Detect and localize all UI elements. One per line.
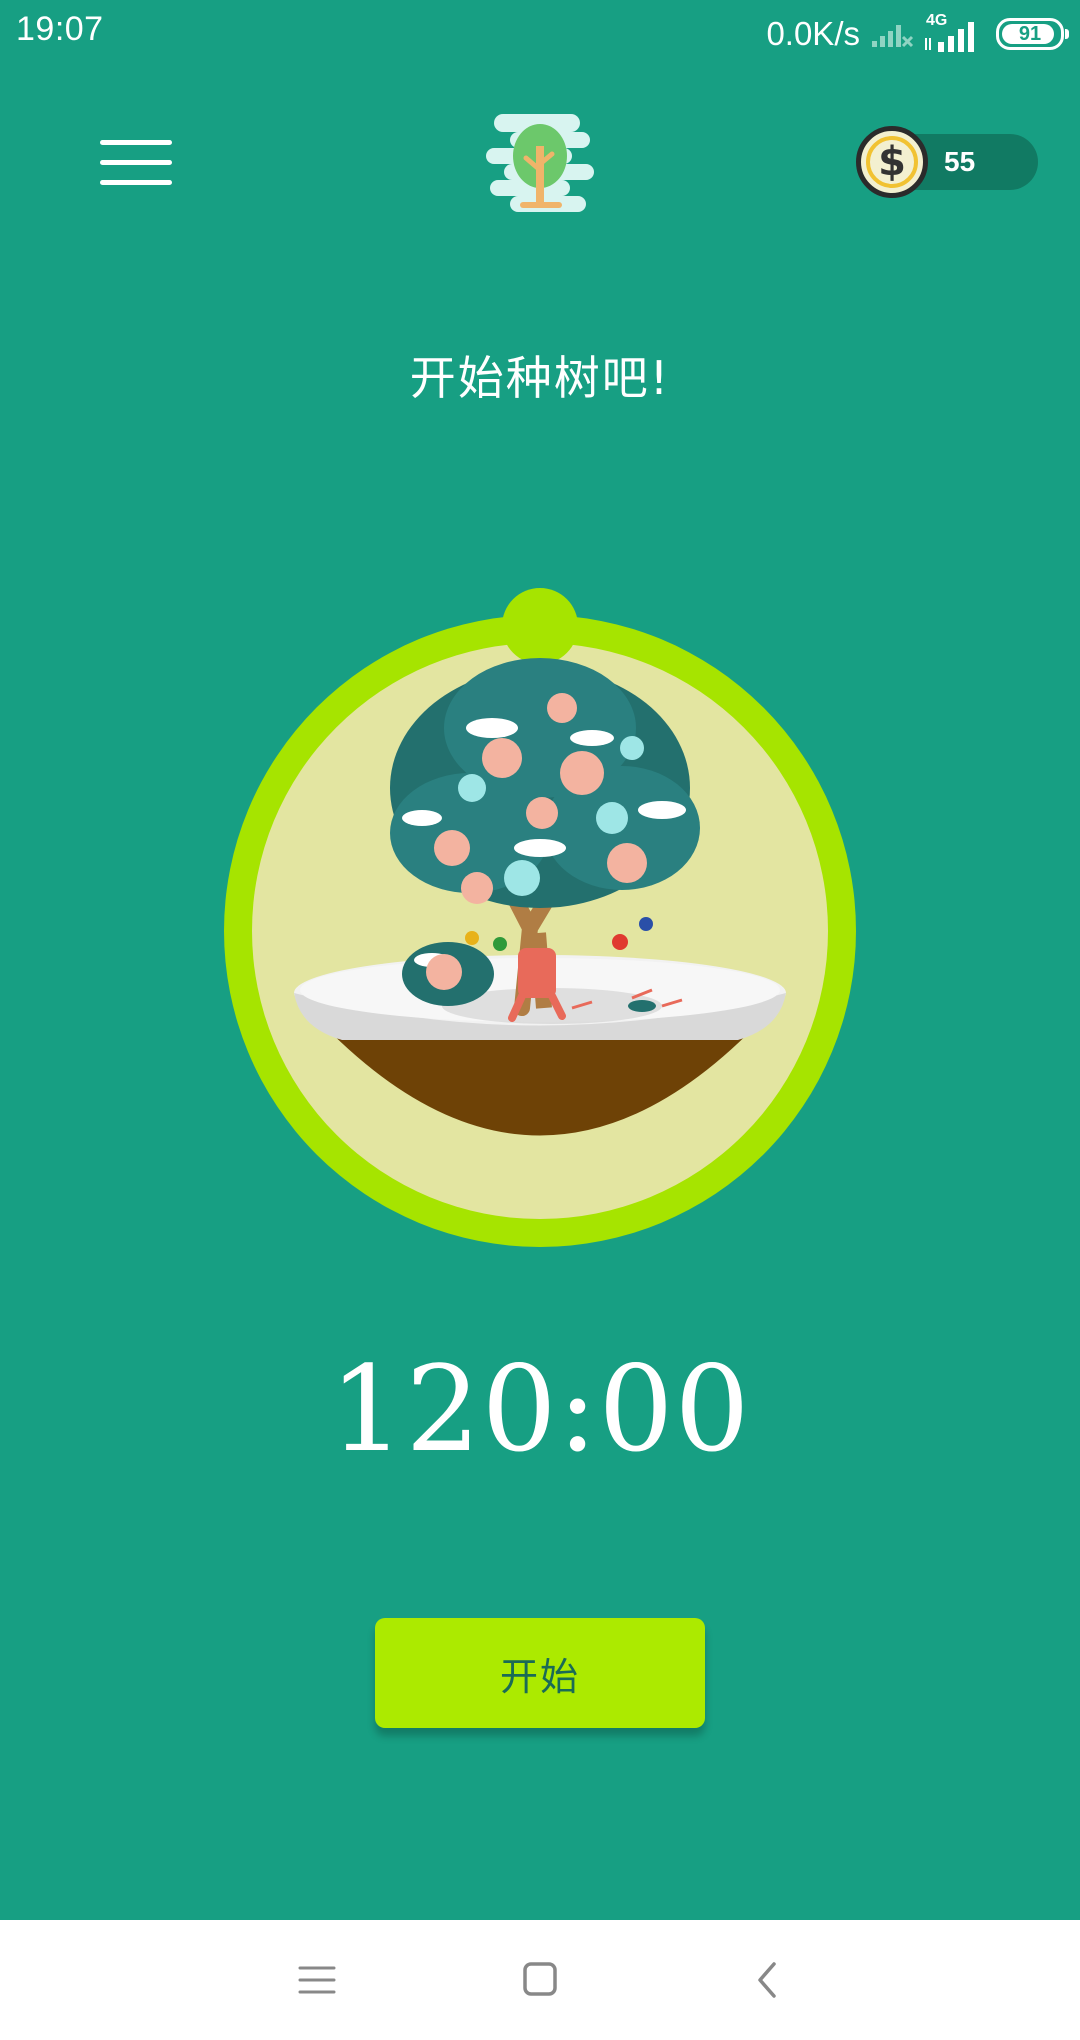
menu-line [100,140,172,145]
coin-count: 55 [944,146,976,177]
network-type-label: 4G [926,12,948,29]
timer-drag-handle [502,588,578,664]
hamburger-menu-icon[interactable] [100,138,176,188]
status-bar: 19:07 0.0K/s 4G 91 [0,0,1080,66]
home-icon[interactable] [505,1950,575,2010]
start-button[interactable]: 开始 [375,1618,705,1728]
battery-icon: 91 [996,18,1069,50]
countdown-timer: 120:00 [329,1340,751,1478]
status-indicators: 0.0K/s 4G 91 [766,12,1069,56]
status-time: 19:07 [16,10,104,48]
menu-line [100,180,172,185]
menu-line [100,160,172,165]
back-icon[interactable] [732,1950,802,2010]
app-screen: 19:07 0.0K/s 4G 91 $ 55 开始种树吧! 120:00 开始 [0,0,1080,1920]
coin-balance[interactable]: $ 55 [856,126,1038,198]
signal-weak-icon [872,25,914,48]
dollar-coin-icon: $ [856,126,928,198]
tree-logo-icon [486,114,594,212]
tree-timer-circle[interactable] [222,588,858,1248]
page-title: 开始种树吧! [409,351,671,405]
recents-icon[interactable] [282,1950,352,2010]
network-speed: 0.0K/s [766,15,860,52]
system-nav-bar [0,1920,1080,2040]
network-4g-signal: 4G [922,12,982,54]
battery-level: 91 [1018,22,1042,45]
